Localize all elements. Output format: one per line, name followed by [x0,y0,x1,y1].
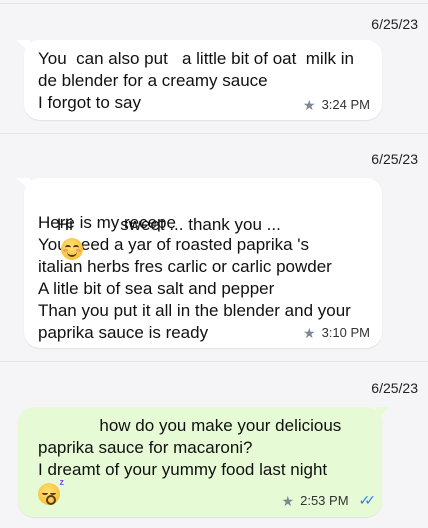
message-meta: ★ 2:53 PM ✓✓ [281,492,377,509]
message-meta: ★ 3:10 PM [303,325,370,340]
message-text-line: how do you make your delicious [38,416,342,435]
message-date: 6/25/23 [371,380,418,396]
message-bubble-incoming[interactable]: You can also put a little bit of oat mil… [16,40,382,120]
message-time: 3:24 PM [321,97,370,112]
bubble-tail [16,40,30,52]
star-icon: ★ [281,492,295,509]
message-text-line: I dreamt of your yummy food last night [38,460,328,479]
sleeping-emoji-icon: z [38,477,64,505]
message-time: 2:53 PM [300,493,349,508]
bubble-tail [376,407,390,419]
double-check-read-icon: ✓✓ [358,492,377,508]
message-meta: ★ 3:24 PM [303,97,370,112]
message-time: 3:10 PM [321,325,370,340]
smiling-blush-emoji-icon [60,238,83,260]
message-date: 6/25/23 [371,151,418,167]
message-text-line: You can also put a little bit of oat mil… [38,49,354,68]
message-text-line: Hi sweet ... thank you ... [38,186,370,260]
message-text-line: You need a yar of roasted paprika 's [38,235,310,254]
star-icon: ★ [303,324,316,341]
message-divider [0,361,428,362]
message-text-line: de blender for a creamy sauce [38,71,268,90]
message-divider [0,133,428,134]
message-bubble-outgoing[interactable]: how do you make your delicious paprika s… [18,407,390,517]
message-text-line: paprika sauce for macaroni? [38,438,253,457]
message-bubble-incoming[interactable]: Hi sweet ... thank you ... Here is my re… [16,178,382,348]
bubble-tail [16,178,30,190]
message-divider [0,3,428,4]
star-icon: ★ [303,96,316,113]
message-date: 6/25/23 [371,16,418,32]
